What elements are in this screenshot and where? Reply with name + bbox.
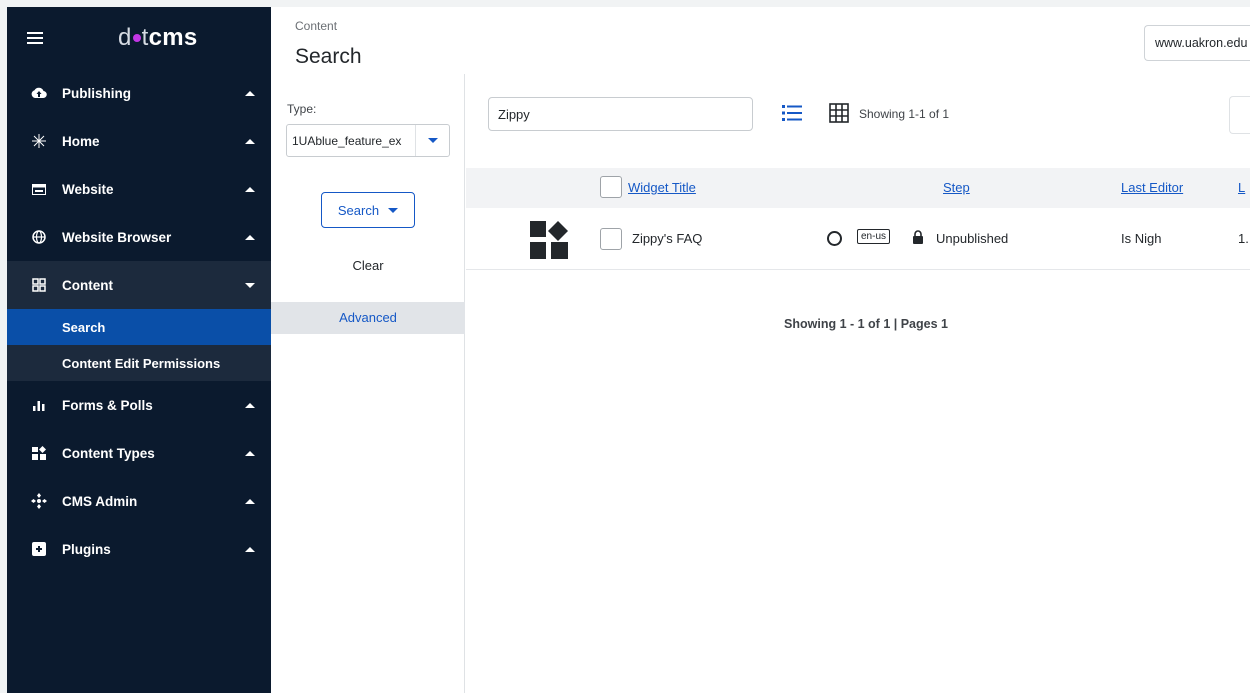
sidebar-item-label: Publishing bbox=[62, 85, 131, 101]
results-count-top: Showing 1-1 of 1 bbox=[859, 107, 950, 121]
sidebar-item-label: Website Browser bbox=[62, 229, 172, 245]
status-circle-icon bbox=[827, 231, 842, 246]
search-button-label: Search bbox=[337, 202, 380, 218]
sidebar-item-label: Content Types bbox=[62, 445, 155, 461]
search-filters-panel: Type: 1UAblue_feature_ex Search Clear Ad… bbox=[271, 74, 465, 693]
sidebar-item-forms-polls[interactable]: Forms & Polls bbox=[7, 381, 271, 429]
blocks-icon bbox=[31, 445, 47, 461]
site-selector[interactable]: www.uakron.edu bbox=[1144, 25, 1250, 61]
language-badge: en-us bbox=[857, 229, 891, 244]
content-submenu: Search Content Edit Permissions bbox=[7, 309, 271, 381]
page-header: Content Search www.uakron.edu bbox=[271, 7, 1250, 74]
column-header-last-editor[interactable]: Last Editor bbox=[1121, 180, 1183, 195]
sidebar-item-label: Home bbox=[62, 133, 100, 149]
sidebar-brand: d tcms bbox=[7, 7, 271, 69]
caret-up-icon bbox=[245, 138, 255, 144]
cloud-upload-icon bbox=[31, 85, 47, 101]
caret-down-icon bbox=[388, 207, 399, 213]
bar-chart-icon bbox=[31, 397, 47, 413]
caret-up-icon bbox=[245, 546, 255, 552]
caret-up-icon bbox=[245, 402, 255, 408]
sidebar-item-publishing[interactable]: Publishing bbox=[7, 69, 271, 117]
search-button[interactable]: Search bbox=[321, 192, 415, 228]
query-input[interactable]: Zippy bbox=[488, 97, 753, 131]
hamburger-menu-icon[interactable] bbox=[27, 32, 43, 44]
sidebar-subitem-search[interactable]: Search bbox=[7, 309, 271, 345]
lock-icon bbox=[913, 230, 923, 244]
caret-down-icon bbox=[427, 138, 438, 143]
select-all-checkbox[interactable] bbox=[600, 176, 622, 198]
caret-up-icon bbox=[245, 450, 255, 456]
row-checkbox[interactable] bbox=[600, 228, 622, 250]
dropdown-toggle[interactable] bbox=[415, 125, 449, 156]
cog-diamond-icon bbox=[31, 493, 47, 509]
clear-button[interactable]: Clear bbox=[271, 258, 465, 273]
sidebar-subitem-content-edit-permissions[interactable]: Content Edit Permissions bbox=[7, 345, 271, 381]
grid-view-icon[interactable] bbox=[829, 103, 849, 123]
type-label: Type: bbox=[287, 102, 317, 116]
row-last-editor: Is Nigh bbox=[1121, 231, 1162, 246]
page-title: Search bbox=[295, 45, 362, 68]
sidebar-item-website[interactable]: Website bbox=[7, 165, 271, 213]
row-last-modified: 1. bbox=[1238, 231, 1249, 246]
row-status: Unpublished bbox=[936, 231, 1009, 246]
sparkle-icon bbox=[31, 133, 47, 149]
caret-up-icon bbox=[245, 90, 255, 96]
web-page-icon bbox=[31, 181, 47, 197]
sidebar-item-label: Forms & Polls bbox=[62, 397, 153, 413]
breadcrumb[interactable]: Content bbox=[295, 19, 337, 33]
row-title[interactable]: Zippy's FAQ bbox=[632, 231, 702, 246]
sidebar-item-content[interactable]: Content bbox=[7, 261, 271, 309]
results-panel: Zippy Showing 1-1 of 1 Widget Title Step… bbox=[466, 74, 1250, 693]
caret-up-icon bbox=[245, 234, 255, 240]
table-row[interactable]: Zippy's FAQ en-us Unpublished Is Nigh 1. bbox=[466, 208, 1250, 270]
sidebar-item-label: Website bbox=[62, 181, 114, 197]
sidebar-item-label: Plugins bbox=[62, 541, 111, 557]
grid-squares-icon bbox=[31, 277, 47, 293]
actions-button[interactable] bbox=[1229, 96, 1250, 134]
column-header-step[interactable]: Step bbox=[943, 180, 970, 195]
list-view-icon[interactable] bbox=[782, 104, 802, 122]
caret-down-icon bbox=[245, 282, 255, 288]
plug-box-icon bbox=[31, 541, 47, 557]
sidebar-item-content-types[interactable]: Content Types bbox=[7, 429, 271, 477]
sidebar-item-plugins[interactable]: Plugins bbox=[7, 525, 271, 573]
globe-icon bbox=[31, 229, 47, 245]
widget-type-icon bbox=[530, 221, 568, 259]
sidebar-item-website-browser[interactable]: Website Browser bbox=[7, 213, 271, 261]
sidebar-item-home[interactable]: Home bbox=[7, 117, 271, 165]
table-header: Widget Title Step Last Editor L bbox=[466, 168, 1250, 208]
caret-up-icon bbox=[245, 498, 255, 504]
column-header-last-modified[interactable]: L bbox=[1238, 180, 1245, 195]
caret-up-icon bbox=[245, 186, 255, 192]
dotcms-logo[interactable]: d tcms bbox=[118, 24, 198, 52]
sidebar-item-label: Content bbox=[62, 277, 113, 293]
type-select[interactable]: 1UAblue_feature_ex bbox=[286, 124, 450, 157]
results-count-bottom: Showing 1 - 1 of 1 | Pages 1 bbox=[784, 317, 948, 331]
advanced-toggle[interactable]: Advanced bbox=[271, 302, 465, 334]
type-select-value: 1UAblue_feature_ex bbox=[292, 133, 402, 148]
sidebar: d tcms Publishing Home Website Website B… bbox=[7, 7, 271, 693]
column-header-widget-title[interactable]: Widget Title bbox=[628, 180, 696, 195]
sidebar-item-cms-admin[interactable]: CMS Admin bbox=[7, 477, 271, 525]
sidebar-item-label: CMS Admin bbox=[62, 493, 138, 509]
